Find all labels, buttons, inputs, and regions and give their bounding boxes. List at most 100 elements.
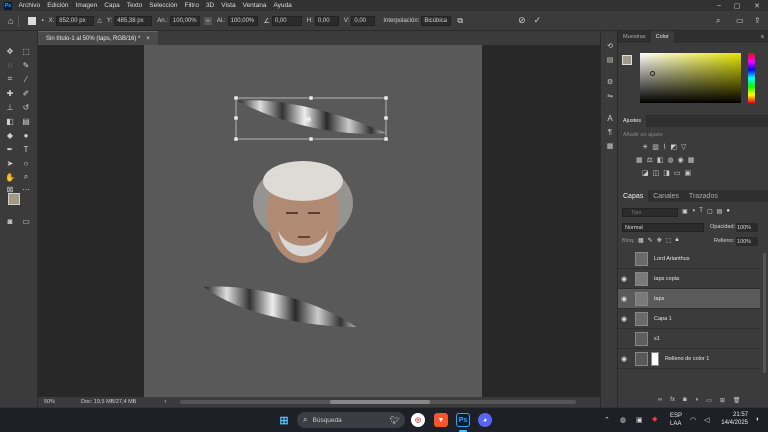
quick-selection-tool-icon[interactable]: ✎: [20, 59, 32, 71]
lock-artboard-icon[interactable]: ⬚: [666, 237, 672, 244]
clock[interactable]: 21:57 14/4/2025: [718, 411, 748, 427]
history-panel-icon[interactable]: ⟲: [604, 41, 616, 51]
eye-icon[interactable]: ◉: [618, 295, 630, 303]
cancel-transform-icon[interactable]: ⊘: [518, 15, 526, 26]
menu-capa[interactable]: Capa: [101, 2, 124, 9]
eye-icon[interactable]: ◉: [618, 275, 630, 283]
link-layers-icon[interactable]: ∞: [658, 397, 662, 404]
menu-ventana[interactable]: Ventana: [239, 2, 270, 9]
posterize-icon[interactable]: ◫: [653, 169, 660, 177]
volume-icon[interactable]: ◁: [704, 416, 709, 424]
add-mask-icon[interactable]: ◙: [683, 397, 687, 404]
hue-sat-icon[interactable]: ▦: [636, 156, 643, 164]
panel-menu-icon[interactable]: ≡: [761, 34, 764, 40]
tab-canales[interactable]: Canales: [648, 190, 684, 202]
screen-mode-icon[interactable]: ▭: [20, 215, 32, 227]
commit-transform-icon[interactable]: ✓: [534, 15, 542, 26]
close-tab-icon[interactable]: ×: [146, 36, 150, 42]
artboard[interactable]: ⊕: [144, 45, 482, 397]
notifications-icon[interactable]: ◐: [756, 416, 760, 423]
eye-icon[interactable]: ◉: [618, 315, 630, 323]
workspace-icon[interactable]: ▭: [736, 16, 744, 25]
vibrance-icon[interactable]: ▽: [681, 143, 686, 151]
vskew-input[interactable]: 0,00: [351, 15, 376, 26]
lock-pixels-icon[interactable]: ✎: [648, 237, 653, 244]
scrollbar-thumb[interactable]: [330, 400, 430, 404]
crop-tool-icon[interactable]: ⌗: [4, 73, 16, 85]
layer-row[interactable]: ◉ taps copia: [618, 269, 760, 289]
hand-tool-icon[interactable]: ✋: [4, 171, 16, 183]
blend-mode-select[interactable]: Normal: [622, 223, 704, 232]
new-group-icon[interactable]: ▭: [706, 397, 712, 404]
menu-filtro[interactable]: Filtro: [181, 2, 202, 9]
eyedropper-tool-icon[interactable]: ⁄: [20, 73, 32, 85]
lock-transparency-icon[interactable]: ▦: [638, 237, 644, 244]
photo-filter-icon[interactable]: ◍: [668, 156, 674, 164]
zoom-level[interactable]: 50%: [44, 399, 55, 405]
filter-pixel-icon[interactable]: ▣: [682, 208, 688, 215]
wifi-icon[interactable]: ◠: [690, 416, 696, 424]
new-adjustment-icon[interactable]: ◑: [695, 397, 699, 404]
tab-capas[interactable]: Capas: [618, 190, 649, 202]
close-window-button[interactable]: ✕: [750, 0, 764, 11]
adjust-sliders-icon[interactable]: ⇋: [604, 91, 616, 101]
new-layer-icon[interactable]: ⊞: [720, 397, 725, 404]
x-input[interactable]: 852,00 px: [56, 15, 95, 26]
curves-icon[interactable]: ⌇: [663, 143, 666, 151]
fx-icon[interactable]: fx: [670, 397, 675, 404]
fill-input[interactable]: 100%: [736, 237, 758, 246]
fg-color-swatch[interactable]: [622, 55, 632, 65]
opacity-input[interactable]: 100%: [736, 223, 758, 232]
gradient-tool-icon[interactable]: ▤: [20, 115, 32, 127]
canvas-area[interactable]: ⊕: [38, 45, 600, 397]
zoom-tool-icon[interactable]: ⌕: [20, 171, 32, 183]
path-selection-tool-icon[interactable]: ➤: [4, 157, 16, 169]
tab-muestras[interactable]: Muestras: [618, 31, 651, 43]
ellipse-tool-icon[interactable]: ○: [20, 157, 32, 169]
filter-type-icon[interactable]: T: [699, 208, 703, 215]
layer-row[interactable]: ◉ Relleno de color 1: [618, 349, 760, 369]
maximize-button[interactable]: ▢: [730, 0, 744, 11]
gradient-map-icon[interactable]: ▭: [674, 169, 681, 177]
filter-shape-icon[interactable]: ▢: [707, 208, 713, 215]
width-input[interactable]: 100,00%: [169, 15, 200, 26]
windows-start-icon[interactable]: ⊞: [277, 413, 291, 427]
relative-position-icon[interactable]: △: [97, 17, 102, 24]
discord-icon[interactable]: ◕: [478, 413, 492, 427]
home-icon[interactable]: ⌂: [8, 16, 13, 26]
layers-scrollbar[interactable]: [763, 253, 766, 373]
history-brush-tool-icon[interactable]: ↺: [20, 101, 32, 113]
brush-tool-icon[interactable]: ✐: [20, 87, 32, 99]
color-lookup-icon[interactable]: ▦: [688, 156, 695, 164]
hskew-input[interactable]: 0,00: [314, 15, 339, 26]
share-icon[interactable]: ⇪: [754, 16, 761, 25]
y-input[interactable]: 485,38 px: [114, 15, 153, 26]
link-icon[interactable]: ∞: [203, 16, 212, 25]
layer-filter-input[interactable]: Tipo: [622, 208, 678, 217]
lock-all-icon[interactable]: 🔒︎: [675, 237, 678, 244]
brightness-icon[interactable]: ☀: [642, 143, 648, 151]
layer-row[interactable]: Lord Arianthus: [618, 249, 760, 269]
reference-point-checkbox[interactable]: [28, 16, 37, 25]
status-menu-icon[interactable]: ›: [164, 399, 166, 405]
tab-color[interactable]: Color: [650, 31, 674, 43]
layer-row[interactable]: ◉ Capa 1: [618, 309, 760, 329]
menu-seleccion[interactable]: Selección: [146, 2, 181, 9]
document-tab[interactable]: Sin título-1 al 50% (taps, RGB/16) * ×: [38, 31, 158, 45]
more-tools-icon[interactable]: ⋯: [20, 183, 32, 195]
angle-input[interactable]: 0,00: [271, 15, 302, 26]
move-tool-icon[interactable]: ✥: [4, 45, 16, 57]
warp-icon[interactable]: ⧉: [457, 16, 463, 26]
tab-trazados[interactable]: Trazados: [684, 190, 723, 202]
tray-app-icon[interactable]: ◍: [620, 416, 626, 424]
filter-smart-icon[interactable]: ▤: [717, 208, 723, 215]
document-size-info[interactable]: Doc: 19,5 MB/27,4 MB: [81, 399, 136, 405]
brave-icon[interactable]: ▼: [434, 413, 448, 427]
layer-row[interactable]: s1: [618, 329, 760, 349]
threshold-icon[interactable]: ◨: [663, 169, 670, 177]
eraser-tool-icon[interactable]: ◧: [4, 115, 16, 127]
tray-overflow-icon[interactable]: ⌃: [604, 416, 610, 424]
paragraph-panel-icon[interactable]: ¶: [604, 127, 616, 137]
black-white-icon[interactable]: ◧: [657, 156, 664, 164]
language-indicator[interactable]: ESP LAA: [670, 412, 682, 428]
